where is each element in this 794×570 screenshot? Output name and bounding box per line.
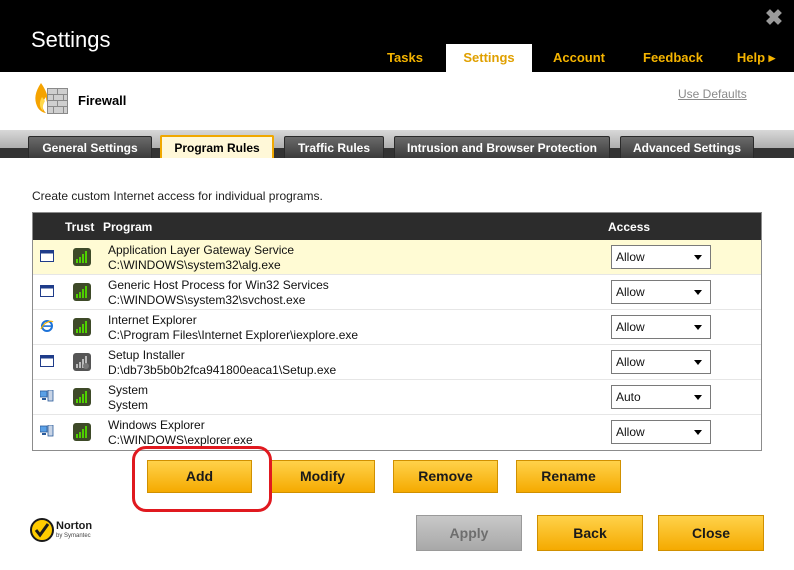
tab-feedback[interactable]: Feedback xyxy=(630,44,716,72)
header-access: Access xyxy=(608,220,651,234)
program-name: Windows Explorer xyxy=(108,418,205,432)
program-name: Internet Explorer xyxy=(108,313,197,327)
rename-button[interactable]: Rename xyxy=(516,460,621,493)
access-value: Allow xyxy=(616,355,645,369)
access-select[interactable]: Auto xyxy=(611,385,711,409)
chevron-down-icon xyxy=(694,360,702,365)
trust-level-icon xyxy=(73,318,91,336)
program-rules-table: Trust Program Access Application Layer G… xyxy=(32,212,762,451)
norton-check-icon xyxy=(30,518,54,542)
program-path: C:\WINDOWS\explorer.exe xyxy=(108,433,253,447)
trust-level-icon xyxy=(73,423,91,441)
close-button[interactable]: Close xyxy=(658,515,764,551)
computer-icon xyxy=(40,425,54,437)
access-select[interactable]: Allow xyxy=(611,420,711,444)
close-icon[interactable]: ✖ xyxy=(764,7,784,29)
program-path: C:\WINDOWS\system32\svchost.exe xyxy=(108,293,306,307)
table-row[interactable]: Generic Host Process for Win32 Services … xyxy=(33,275,761,310)
access-value: Auto xyxy=(616,390,641,404)
computer-icon xyxy=(40,390,54,402)
access-select[interactable]: Allow xyxy=(611,280,711,304)
norton-wordmark: Norton xyxy=(56,520,93,532)
program-path: C:\Program Files\Internet Explorer\iexpl… xyxy=(108,328,359,342)
access-select[interactable]: Allow xyxy=(611,315,711,339)
access-select[interactable]: Allow xyxy=(611,245,711,269)
table-row[interactable]: Internet Explorer C:\Program Files\Inter… xyxy=(33,310,761,345)
program-path: D:\db73b5b0b2fca941800eaca1\Setup.exe xyxy=(108,363,337,377)
firewall-icon xyxy=(35,83,68,114)
header-trust: Trust xyxy=(65,220,95,234)
tab-settings[interactable]: Settings xyxy=(446,44,532,72)
norton-logo: Norton by Symantec xyxy=(30,518,102,548)
use-defaults-link[interactable]: Use Defaults xyxy=(678,87,747,101)
table-row[interactable]: Windows Explorer C:\WINDOWS\explorer.exe… xyxy=(33,415,761,450)
chevron-down-icon xyxy=(694,430,702,435)
program-name: Generic Host Process for Win32 Services xyxy=(108,278,329,292)
window-icon xyxy=(40,250,54,262)
chevron-down-icon xyxy=(694,290,702,295)
checkmark-icon xyxy=(34,523,50,538)
program-name: Application Layer Gateway Service xyxy=(108,243,295,257)
table-row[interactable]: Application Layer Gateway Service C:\WIN… xyxy=(33,240,761,275)
tab-help[interactable]: Help ▸ xyxy=(728,44,784,72)
program-path: C:\WINDOWS\system32\alg.exe xyxy=(108,258,281,272)
access-select[interactable]: Allow xyxy=(611,350,711,374)
access-value: Allow xyxy=(616,425,645,439)
program-name: System xyxy=(108,383,149,397)
subtab-program-rules[interactable]: Program Rules xyxy=(160,135,274,158)
norton-subtitle: by Symantec xyxy=(56,533,91,539)
program-path: System xyxy=(108,398,149,412)
trust-level-icon xyxy=(73,283,91,301)
trust-level-icon xyxy=(73,248,91,266)
program-name: Setup Installer xyxy=(108,348,185,362)
access-value: Allow xyxy=(616,320,645,334)
subtab-intrusion-browser-protection[interactable]: Intrusion and Browser Protection xyxy=(394,136,610,158)
table-row[interactable]: Setup Installer D:\db73b5b0b2fca941800ea… xyxy=(33,345,761,380)
window-icon xyxy=(40,285,54,297)
access-value: Allow xyxy=(616,285,645,299)
window-title: Settings xyxy=(31,27,111,52)
intro-text: Create custom Internet access for indivi… xyxy=(32,189,323,203)
header-program: Program xyxy=(103,220,153,234)
window-icon xyxy=(40,355,54,367)
remove-button[interactable]: Remove xyxy=(393,460,498,493)
subtab-advanced-settings[interactable]: Advanced Settings xyxy=(620,136,754,158)
trust-level-icon xyxy=(73,388,91,406)
subtab-general-settings[interactable]: General Settings xyxy=(28,136,152,158)
table-row[interactable]: System System Auto xyxy=(33,380,761,415)
subtab-traffic-rules[interactable]: Traffic Rules xyxy=(284,136,384,158)
internet-explorer-icon xyxy=(40,320,54,332)
back-button[interactable]: Back xyxy=(537,515,643,551)
tab-tasks[interactable]: Tasks xyxy=(368,44,442,72)
chevron-down-icon xyxy=(694,325,702,330)
chevron-down-icon xyxy=(694,255,702,260)
tab-account[interactable]: Account xyxy=(538,44,620,72)
access-value: Allow xyxy=(616,250,645,264)
chevron-down-icon xyxy=(694,395,702,400)
trust-level-icon xyxy=(73,353,91,371)
highlight-annotation xyxy=(132,446,272,512)
page-title: Firewall xyxy=(78,93,127,108)
modify-button[interactable]: Modify xyxy=(270,460,375,493)
apply-button[interactable]: Apply xyxy=(416,515,522,551)
table-header: Trust Program Access xyxy=(33,213,761,240)
